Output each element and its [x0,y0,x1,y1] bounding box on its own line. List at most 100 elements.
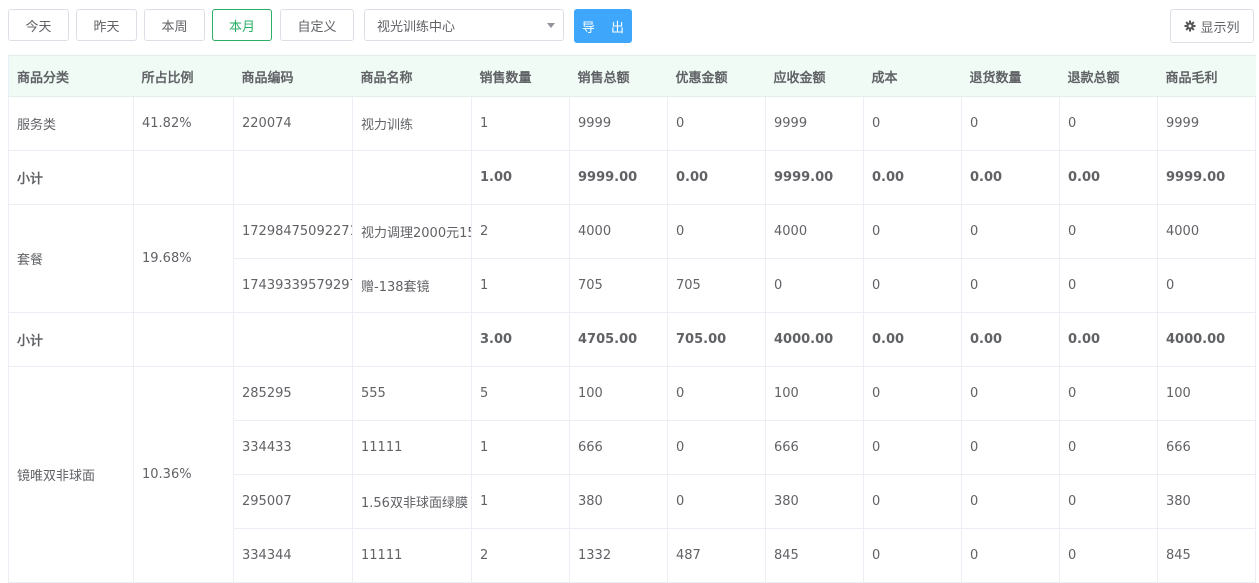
return-qty-cell: 0 [961,204,1060,259]
receivable-cell: 0 [765,258,864,313]
subtotal-cost: 0.00 [863,312,962,367]
ratio-cell: 10.36% [133,366,234,583]
total-cell: 9999 [569,96,668,151]
subtotal-discount: 705.00 [667,312,766,367]
refund-cell: 0 [1059,204,1158,259]
store-select[interactable]: 视光训练中心 [364,9,564,41]
header-name[interactable]: 商品名称 [352,55,472,97]
cost-cell: 0 [863,204,962,259]
qty-cell: 2 [471,528,570,583]
code-cell: 334344 [233,528,353,583]
qty-cell: 5 [471,366,570,421]
header-qty[interactable]: 销售数量 [471,55,570,97]
header-category[interactable]: 商品分类 [8,55,134,97]
return-qty-cell: 0 [961,528,1060,583]
receivable-cell: 845 [765,528,864,583]
subtotal-refund: 0.00 [1059,150,1158,205]
subtotal-qty: 1.00 [471,150,570,205]
discount-cell: 487 [667,528,766,583]
discount-cell: 0 [667,204,766,259]
subtotal-label: 小计 [8,312,134,367]
profit-cell: 845 [1157,528,1256,583]
name-cell: 赠-138套镜 [352,258,472,313]
table-row: 镜唯双非球面 10.36% 285295 555 5 100 0 100 0 0… [8,366,1256,583]
profit-cell: 0 [1157,258,1256,313]
this-week-button[interactable]: 本周 [144,9,205,41]
return-qty-cell: 0 [961,96,1060,151]
name-cell: 11111 [352,420,472,475]
subtotal-receivable: 4000.00 [765,312,864,367]
discount-cell: 0 [667,366,766,421]
refund-cell: 0 [1059,474,1158,529]
header-total[interactable]: 销售总额 [569,55,668,97]
code-cell: 174393395792971 [233,258,353,313]
cost-cell: 0 [863,96,962,151]
table-row: 服务类 41.82% 220074 视力训练 1 9999 0 9999 0 0… [8,96,1256,151]
this-month-button[interactable]: 本月 [212,9,272,41]
subtotal-return-qty: 0.00 [961,312,1060,367]
header-profit[interactable]: 商品毛利 [1157,55,1256,97]
code-cell: 285295 [233,366,353,421]
category-cell: 镜唯双非球面 [8,366,134,583]
return-qty-cell: 0 [961,474,1060,529]
total-cell: 380 [569,474,668,529]
header-discount[interactable]: 优惠金额 [667,55,766,97]
code-cell: 334433 [233,420,353,475]
store-select-value: 视光训练中心 [377,19,456,35]
filter-toolbar: 今天 昨天 本周 本月 自定义 视光训练中心 导 出 显示列 [0,0,1259,52]
cost-cell: 0 [863,366,962,421]
qty-cell: 1 [471,258,570,313]
code-cell: 172984750922715 [233,204,353,259]
code-cell: 220074 [233,96,353,151]
refund-cell: 0 [1059,96,1158,151]
chevron-down-icon [547,23,555,28]
code-cell: 295007 [233,474,353,529]
subtotal-total: 4705.00 [569,312,668,367]
subtotal-discount: 0.00 [667,150,766,205]
qty-cell: 2 [471,204,570,259]
header-code[interactable]: 商品编码 [233,55,353,97]
subtotal-return-qty: 0.00 [961,150,1060,205]
refund-cell: 0 [1059,528,1158,583]
qty-cell: 1 [471,420,570,475]
qty-cell: 1 [471,96,570,151]
name-cell: 11111 [352,528,472,583]
total-cell: 4000 [569,204,668,259]
discount-cell: 0 [667,420,766,475]
header-refund[interactable]: 退款总额 [1059,55,1158,97]
refund-cell: 0 [1059,258,1158,313]
cost-cell: 0 [863,258,962,313]
cost-cell: 0 [863,474,962,529]
profit-cell: 380 [1157,474,1256,529]
sales-table: 商品分类 所占比例 商品编码 商品名称 销售数量 销售总额 优惠金额 应收金额 … [8,55,1256,583]
subtotal-cost: 0.00 [863,150,962,205]
subtotal-row: 小计 1.00 9999.00 0.00 9999.00 0.00 0.00 0… [8,150,1256,205]
header-return-qty[interactable]: 退货数量 [961,55,1060,97]
refund-cell: 0 [1059,420,1158,475]
show-columns-button[interactable]: 显示列 [1170,9,1254,43]
profit-cell: 100 [1157,366,1256,421]
table-row: 套餐 19.68% 172984750922715 视力调理2000元15次 2… [8,204,1256,313]
total-cell: 100 [569,366,668,421]
cost-cell: 0 [863,420,962,475]
ratio-cell: 19.68% [133,204,234,313]
qty-cell: 1 [471,474,570,529]
discount-cell: 705 [667,258,766,313]
subtotal-label: 小计 [8,150,134,205]
category-cell: 服务类 [8,96,134,151]
subtotal-refund: 0.00 [1059,312,1158,367]
header-receivable[interactable]: 应收金额 [765,55,864,97]
header-ratio[interactable]: 所占比例 [133,55,234,97]
export-button[interactable]: 导 出 [574,9,632,43]
yesterday-button[interactable]: 昨天 [76,9,137,41]
total-cell: 705 [569,258,668,313]
receivable-cell: 666 [765,420,864,475]
subtotal-qty: 3.00 [471,312,570,367]
custom-range-button[interactable]: 自定义 [280,9,354,41]
receivable-cell: 4000 [765,204,864,259]
refund-cell: 0 [1059,366,1158,421]
total-cell: 1332 [569,528,668,583]
today-button[interactable]: 今天 [8,9,69,41]
return-qty-cell: 0 [961,366,1060,421]
header-cost[interactable]: 成本 [863,55,962,97]
